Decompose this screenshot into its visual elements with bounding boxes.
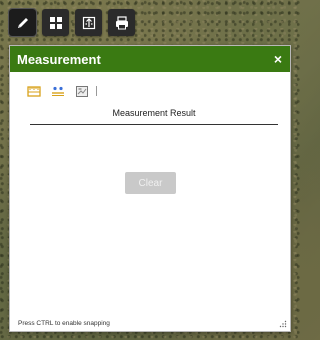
draw-tool-button[interactable] bbox=[8, 8, 37, 37]
grid-icon bbox=[49, 16, 62, 29]
pencil-icon bbox=[17, 17, 28, 28]
area-measure-icon bbox=[51, 86, 64, 96]
location-tool-button[interactable] bbox=[74, 84, 89, 98]
area-tool-button[interactable] bbox=[50, 84, 65, 98]
distance-measure-icon bbox=[26, 85, 41, 97]
export-button[interactable] bbox=[75, 9, 102, 36]
measurement-panel: Measurement × Measurement Result Clear P… bbox=[9, 45, 291, 332]
basemap-gallery-button[interactable] bbox=[42, 9, 69, 36]
measurement-tools bbox=[26, 84, 97, 98]
printer-icon bbox=[115, 15, 128, 29]
result-divider bbox=[30, 124, 278, 125]
map-toolbar bbox=[8, 8, 135, 37]
distance-tool-button[interactable] bbox=[26, 84, 41, 98]
panel-header: Measurement × bbox=[10, 46, 290, 72]
snapping-hint: Press CTRL to enable snapping bbox=[18, 320, 110, 327]
panel-title: Measurement bbox=[17, 51, 101, 67]
clear-button[interactable]: Clear bbox=[125, 172, 176, 194]
location-measure-icon bbox=[75, 85, 88, 97]
measurement-result-label: Measurement Result bbox=[112, 108, 196, 118]
export-icon bbox=[82, 16, 95, 29]
tool-separator bbox=[96, 86, 97, 96]
close-icon[interactable]: × bbox=[274, 52, 282, 66]
resize-grip-icon[interactable] bbox=[279, 320, 287, 328]
print-button[interactable] bbox=[108, 9, 135, 36]
